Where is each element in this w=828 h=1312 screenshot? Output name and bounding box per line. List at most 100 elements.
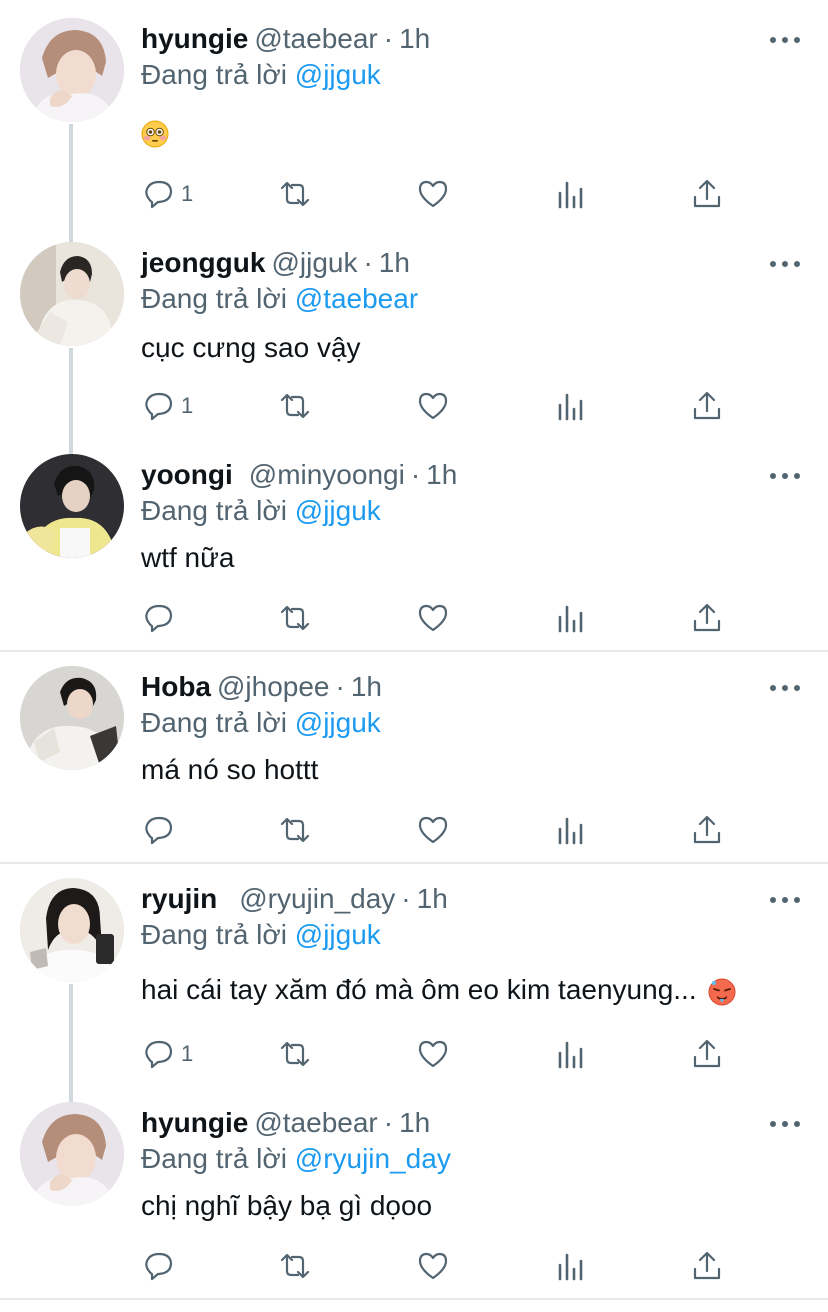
timestamp[interactable]: 1h: [399, 23, 430, 54]
replying-to-label: Đang trả lời: [141, 283, 287, 314]
tweet[interactable]: hyungie @taebear · 1h Đang trả lời @ryujin_…: [0, 1084, 828, 1296]
share-button[interactable]: [690, 172, 724, 216]
like-icon: [418, 816, 448, 844]
tweet[interactable]: ryujin @ryujin_day · 1h Đang trả lời @jjguk…: [0, 860, 828, 1086]
retweet-icon: [280, 393, 310, 419]
mention-link[interactable]: @jjguk: [295, 59, 381, 90]
reply-count: 1: [181, 393, 194, 418]
tweet[interactable]: hyungie @taebear · 1h Đang trả lời @jjguk 1: [0, 0, 828, 226]
flushed-face-emoji: [141, 120, 169, 148]
retweet-button[interactable]: [278, 808, 312, 852]
share-icon: [693, 1251, 721, 1280]
timestamp[interactable]: 1h: [399, 1107, 430, 1138]
reply-icon: [145, 180, 173, 209]
tweet-text: [141, 114, 169, 150]
tweet[interactable]: Hoba @jhopee · 1h Đang trả lời @jjguk má nó…: [0, 648, 828, 860]
avatar[interactable]: [20, 1102, 124, 1206]
replying-to: Đang trả lời @jjguk: [141, 706, 381, 740]
avatar-photo: [20, 454, 124, 558]
separator-dot: ·: [401, 883, 411, 914]
avatar[interactable]: [20, 878, 124, 982]
tweet[interactable]: jeongguk @jjguk · 1h Đang trả lời @taebear …: [0, 224, 828, 436]
tweet-actions: 1: [0, 384, 828, 428]
separator-dot: ·: [383, 1107, 394, 1138]
stats-icon: [558, 181, 583, 209]
user-handle[interactable]: @taebear: [254, 1107, 377, 1138]
user-handle[interactable]: @taebear: [254, 23, 377, 54]
reply-icon: [145, 1252, 173, 1281]
analytics-button[interactable]: [554, 384, 588, 428]
mention-link[interactable]: @taebear: [295, 283, 418, 314]
mention-link[interactable]: @jjguk: [295, 495, 381, 526]
retweet-button[interactable]: [278, 172, 312, 216]
tweet-actions: [0, 808, 828, 852]
timestamp[interactable]: 1h: [351, 671, 382, 702]
more-icon[interactable]: [770, 678, 800, 698]
stats-icon: [558, 393, 583, 421]
mention-link[interactable]: @jjguk: [295, 919, 381, 950]
like-button[interactable]: [416, 172, 450, 216]
more-icon[interactable]: [770, 30, 800, 50]
tweet[interactable]: yoongi @minyoongi · 1h Đang trả lời @jjguk …: [0, 436, 828, 648]
retweet-button[interactable]: [278, 1032, 312, 1076]
share-button[interactable]: [690, 1032, 724, 1076]
reply-icon: [145, 1040, 173, 1069]
avatar[interactable]: [20, 242, 124, 346]
like-button[interactable]: [416, 1244, 450, 1288]
user-handle[interactable]: @minyoongi: [249, 459, 405, 490]
tweet-actions: [0, 1244, 828, 1288]
more-icon[interactable]: [770, 890, 800, 910]
like-button[interactable]: [416, 596, 450, 640]
like-icon: [418, 180, 448, 208]
more-icon[interactable]: [770, 254, 800, 274]
reply-button[interactable]: 1: [141, 1032, 193, 1076]
share-button[interactable]: [690, 808, 724, 852]
mention-link[interactable]: @jjguk: [295, 707, 381, 738]
avatar-photo: [20, 666, 124, 770]
timestamp[interactable]: 1h: [417, 883, 448, 914]
mention-link[interactable]: @ryujin_day: [295, 1143, 451, 1174]
analytics-button[interactable]: [554, 808, 588, 852]
reply-thread-feed: hyungie @taebear · 1h Đang trả lời @jjguk 1: [0, 0, 828, 1312]
like-button[interactable]: [416, 808, 450, 852]
tweet-header: Hoba @jhopee · 1h: [141, 670, 382, 704]
share-button[interactable]: [690, 596, 724, 640]
user-handle[interactable]: @jhopee: [217, 671, 330, 702]
display-name[interactable]: hyungie: [141, 23, 248, 54]
analytics-button[interactable]: [554, 596, 588, 640]
share-button[interactable]: [690, 384, 724, 428]
analytics-button[interactable]: [554, 172, 588, 216]
timestamp[interactable]: 1h: [426, 459, 457, 490]
more-icon[interactable]: [770, 466, 800, 486]
display-name[interactable]: yoongi: [141, 459, 233, 490]
reply-button[interactable]: [141, 596, 181, 640]
like-button[interactable]: [416, 384, 450, 428]
separator-dot: ·: [363, 247, 373, 278]
replying-to: Đang trả lời @jjguk: [141, 918, 381, 952]
reply-button[interactable]: 1: [141, 172, 193, 216]
retweet-button[interactable]: [278, 596, 312, 640]
timestamp[interactable]: 1h: [379, 247, 410, 278]
reply-button[interactable]: [141, 808, 181, 852]
display-name[interactable]: ryujin: [141, 883, 217, 914]
reply-button[interactable]: [141, 1244, 181, 1288]
display-name[interactable]: hyungie: [141, 1107, 248, 1138]
analytics-button[interactable]: [554, 1032, 588, 1076]
more-icon[interactable]: [770, 1114, 800, 1134]
user-handle[interactable]: @ryujin_day: [239, 883, 395, 914]
avatar[interactable]: [20, 18, 124, 122]
like-button[interactable]: [416, 1032, 450, 1076]
analytics-button[interactable]: [554, 1244, 588, 1288]
display-name[interactable]: Hoba: [141, 671, 211, 702]
reply-icon: [145, 816, 173, 845]
tweet-text: wtf nữa: [141, 542, 235, 573]
share-button[interactable]: [690, 1244, 724, 1288]
retweet-button[interactable]: [278, 384, 312, 428]
display-name[interactable]: jeongguk: [141, 247, 265, 278]
user-handle[interactable]: @jjguk: [271, 247, 357, 278]
reply-button[interactable]: 1: [141, 384, 193, 428]
avatar[interactable]: [20, 666, 124, 770]
avatar[interactable]: [20, 454, 124, 558]
retweet-button[interactable]: [278, 1244, 312, 1288]
replying-to: Đang trả lời @taebear: [141, 282, 418, 316]
